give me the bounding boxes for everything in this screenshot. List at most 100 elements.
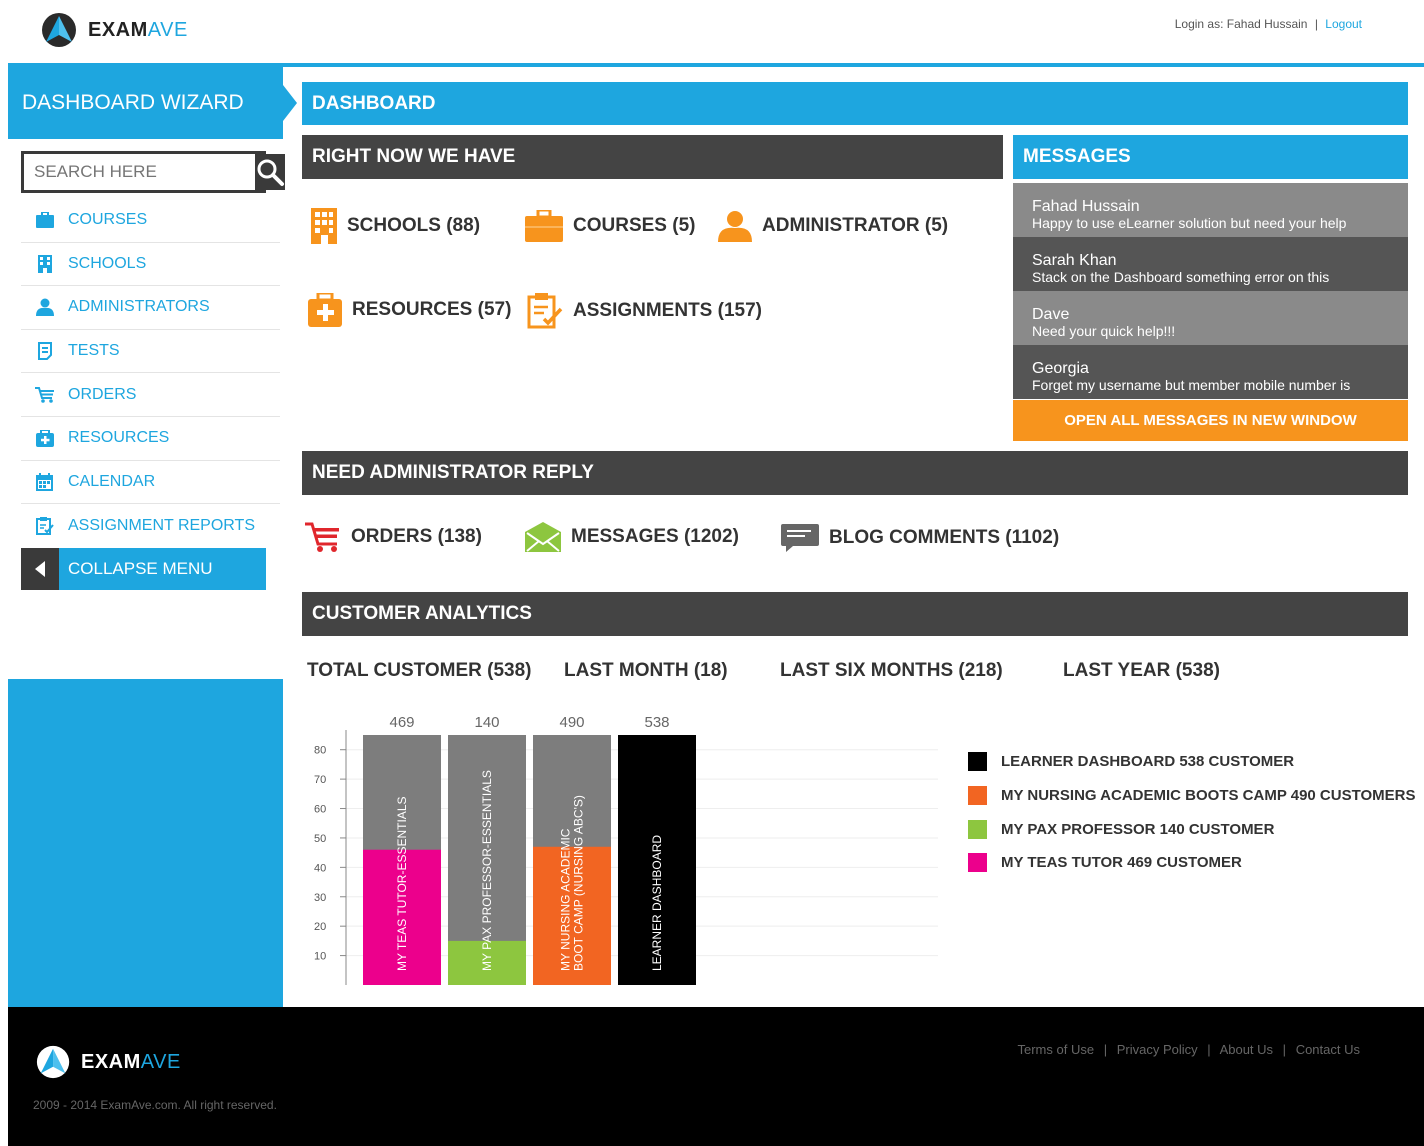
legend-label: LEARNER DASHBOARD 538 CUSTOMER (1001, 753, 1295, 770)
privacy-link[interactable]: Privacy Policy (1117, 1042, 1198, 1057)
sidebar-item-courses[interactable]: COURSES (21, 199, 280, 243)
collapse-menu-label: COLLAPSE MENU (68, 559, 213, 578)
sidebar-item-label: ORDERS (68, 385, 137, 403)
legend-label: MY TEAS TUTOR 469 CUSTOMER (1001, 854, 1242, 871)
stat-courses[interactable]: COURSES (5) (525, 210, 695, 242)
admin-reply-header: NEED ADMINISTRATOR REPLY (302, 451, 1408, 495)
message-item[interactable]: Dave Need your quick help!!! (1013, 291, 1408, 345)
document-icon (37, 342, 52, 361)
bar-value-label: 490 (559, 714, 584, 731)
message-sender: Sarah Khan (1032, 252, 1117, 269)
login-separator: | (1314, 17, 1318, 31)
top-header (0, 0, 1424, 64)
total-customer: TOTAL CUSTOMER (538) (307, 660, 532, 681)
footer-separator: | (1103, 1042, 1108, 1057)
cart-icon (305, 522, 339, 552)
y-tick-label: 30 (314, 892, 326, 904)
message-text: Stack on the Dashboard something error o… (1032, 269, 1330, 285)
y-tick-label: 50 (314, 833, 326, 845)
bar-category-label: MY TEAS TUTOR-ESSENTIALS (395, 797, 409, 972)
logo-icon (36, 1045, 70, 1079)
briefcase-icon (35, 212, 54, 229)
stat-administrator[interactable]: ADMINISTRATOR (5) (718, 210, 948, 242)
sidebar-item-tests[interactable]: TESTS (21, 330, 280, 374)
legend-item: MY NURSING ACADEMIC BOOTS CAMP 490 CUSTO… (968, 786, 1416, 805)
stat-resources[interactable]: RESOURCES (57) (308, 293, 511, 327)
sidebar-title: DASHBOARD WIZARD (22, 91, 244, 114)
legend-label: MY NURSING ACADEMIC BOOTS CAMP 490 CUSTO… (1001, 787, 1416, 804)
footer-logo[interactable]: EXAMAVE (35, 1043, 181, 1081)
y-tick-label: 10 (314, 951, 326, 963)
about-link[interactable]: About Us (1220, 1042, 1273, 1057)
stat-assignments[interactable]: ASSIGNMENTS (157) (527, 293, 762, 329)
message-text: Forget my username but member mobile num… (1032, 377, 1351, 393)
reply-label: MESSAGES (1202) (571, 526, 739, 547)
sidebar-item-administrators[interactable]: ADMINISTRATORS (21, 286, 280, 330)
last-six-months: LAST SIX MONTHS (218) (780, 660, 1003, 681)
stat-schools[interactable]: SCHOOLS (88) (311, 208, 480, 244)
stat-label: ADMINISTRATOR (5) (762, 215, 949, 236)
y-tick-label: 20 (314, 921, 326, 933)
search-button[interactable] (255, 154, 285, 190)
sidebar-item-calendar[interactable]: CALENDAR (21, 461, 280, 505)
last-year: LAST YEAR (538) (1063, 660, 1220, 681)
open-all-messages-button[interactable]: OPEN ALL MESSAGES IN NEW WINDOW (1013, 400, 1408, 441)
y-tick-label: 70 (314, 774, 326, 786)
stat-label: COURSES (5) (573, 215, 696, 236)
copyright-text: 2009 - 2014 ExamAve.com. All right reser… (33, 1098, 277, 1112)
search-icon (257, 159, 284, 186)
login-as-text: Login as: Fahad Hussain (1174, 17, 1308, 31)
bar-value-label: 538 (644, 714, 669, 731)
legend-label: MY PAX PROFESSOR 140 CUSTOMER (1001, 821, 1275, 838)
y-tick-label: 80 (314, 745, 326, 757)
legend-item: MY PAX PROFESSOR 140 CUSTOMER (968, 820, 1274, 839)
legend-item: MY TEAS TUTOR 469 CUSTOMER (968, 853, 1242, 872)
analytics-header: CUSTOMER ANALYTICS (302, 592, 1408, 636)
last-month: LAST MONTH (18) (564, 660, 728, 681)
sidebar-item-label: RESOURCES (68, 429, 170, 447)
search-box (21, 151, 285, 193)
logout-link[interactable]: Logout (1325, 17, 1362, 31)
page-title: DASHBOARD (302, 82, 1408, 125)
message-item[interactable]: Georgia Forget my username but member mo… (1013, 345, 1408, 399)
sidebar-item-label: COURSES (68, 211, 148, 229)
clipboard-icon (35, 516, 54, 535)
sidebar-title-arrow (283, 85, 297, 121)
contact-link[interactable]: Contact Us (1296, 1042, 1360, 1057)
legend-swatch (968, 752, 987, 771)
right-now-header: RIGHT NOW WE HAVE (302, 135, 1003, 179)
sidebar-item-resources[interactable]: RESOURCES (21, 417, 280, 461)
message-item[interactable]: Sarah Khan Stack on the Dashboard someth… (1013, 237, 1408, 291)
comment-icon (781, 524, 819, 552)
sidebar-item-label: CALENDAR (68, 472, 156, 490)
stat-label: RESOURCES (57) (352, 299, 512, 320)
message-sender: Dave (1032, 306, 1070, 323)
message-item[interactable]: Fahad Hussain Happy to use eLearner solu… (1013, 183, 1408, 237)
sidebar-item-orders[interactable]: ORDERS (21, 373, 280, 417)
search-input[interactable] (24, 154, 255, 190)
legend-swatch (968, 820, 987, 839)
bar-category-label: LEARNER DASHBOARD (650, 835, 664, 971)
cart-icon (34, 386, 54, 403)
sidebar-item-label: TESTS (68, 342, 120, 360)
logo-icon (42, 13, 76, 47)
legend-item: LEARNER DASHBOARD 538 CUSTOMER (968, 752, 1294, 771)
calendar-icon (36, 472, 53, 491)
terms-link[interactable]: Terms of Use (1018, 1042, 1095, 1057)
chevron-left-icon (35, 561, 45, 577)
bar-category-label: MY NURSING ACADEMIC (559, 828, 573, 971)
reply-messages[interactable]: MESSAGES (1202) (525, 522, 739, 552)
stat-label: SCHOOLS (88) (347, 215, 481, 236)
briefcase-icon (525, 210, 563, 242)
collapse-menu-button[interactable]: COLLAPSE MENU (21, 548, 266, 590)
reply-label: BLOG COMMENTS (1102) (829, 527, 1060, 548)
reply-orders[interactable]: ORDERS (138) (305, 522, 482, 552)
reply-blog-comments[interactable]: BLOG COMMENTS (1102) (781, 524, 1059, 552)
building-icon (37, 254, 52, 273)
login-info: Login as: Fahad Hussain | Logout (1175, 17, 1362, 31)
medkit-icon (35, 429, 54, 447)
brand-logo[interactable]: EXAMAVE (40, 11, 188, 49)
sidebar-item-schools[interactable]: SCHOOLS (21, 243, 280, 287)
sidebar-item-assignment-reports[interactable]: ASSIGNMENT REPORTS (21, 504, 280, 548)
footer (8, 1007, 1424, 1146)
